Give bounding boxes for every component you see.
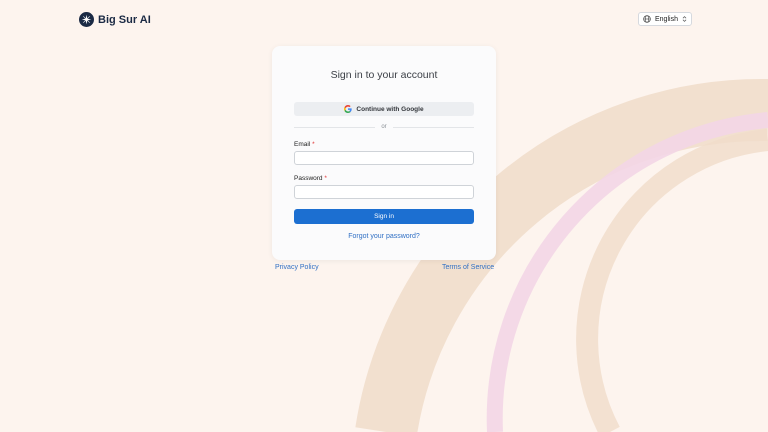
or-divider: or bbox=[294, 122, 474, 132]
email-required-mark: * bbox=[312, 141, 315, 148]
divider-line-right bbox=[392, 126, 474, 128]
email-field[interactable] bbox=[294, 151, 474, 165]
password-field[interactable] bbox=[294, 185, 474, 199]
globe-icon bbox=[643, 10, 651, 28]
password-label-text: Password bbox=[294, 175, 323, 182]
language-selected: English bbox=[655, 15, 678, 23]
signin-button[interactable]: Sign in bbox=[294, 209, 474, 224]
google-icon bbox=[344, 100, 353, 118]
chevron-updown-icon bbox=[682, 10, 687, 28]
brand-logo[interactable]: Big Sur AI bbox=[79, 12, 151, 27]
email-label-text: Email bbox=[294, 141, 311, 148]
email-label: Email * bbox=[294, 141, 315, 148]
page-title: Sign in to your account bbox=[330, 69, 438, 81]
divider-line-left bbox=[294, 126, 376, 128]
language-select[interactable]: English bbox=[638, 12, 692, 26]
forgot-password-link[interactable]: Forgot your password? bbox=[272, 233, 496, 240]
password-label: Password * bbox=[294, 175, 327, 182]
brand-name: Big Sur AI bbox=[98, 13, 151, 26]
signin-button-label: Sign in bbox=[374, 213, 394, 220]
terms-of-service-link[interactable]: Terms of Service bbox=[442, 264, 494, 271]
google-signin-button[interactable]: Continue with Google bbox=[294, 102, 474, 116]
signin-card: Sign in to your account Continue with Go… bbox=[272, 46, 496, 260]
privacy-policy-link[interactable]: Privacy Policy bbox=[275, 264, 319, 271]
compass-star-icon bbox=[79, 12, 94, 27]
divider-text: or bbox=[381, 124, 387, 130]
password-required-mark: * bbox=[324, 175, 327, 182]
google-button-label: Continue with Google bbox=[356, 105, 424, 113]
